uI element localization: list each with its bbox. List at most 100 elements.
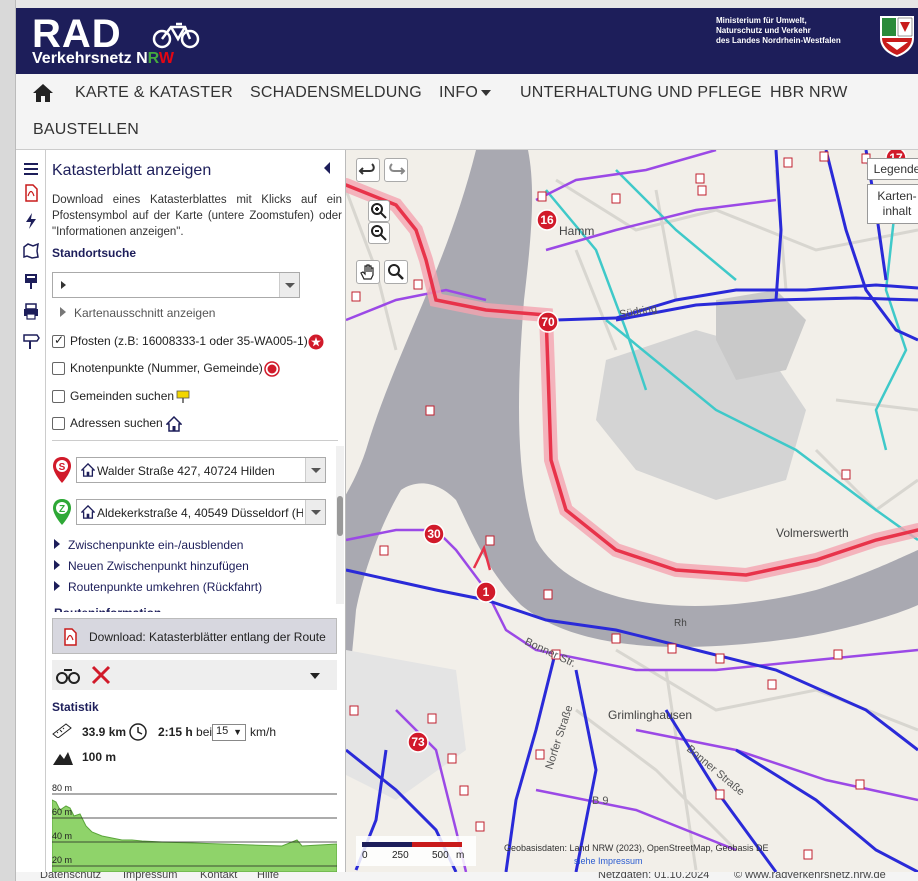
legend-button[interactable]: Legende bbox=[867, 158, 918, 180]
pdf-icon[interactable] bbox=[22, 184, 40, 202]
start-address-value: Walder Straße 427, 40724 Hilden bbox=[97, 464, 275, 478]
ministry-line-2: Naturschutz und Verkehr bbox=[716, 26, 811, 35]
speed-unit: km/h bbox=[250, 725, 277, 739]
home-icon[interactable] bbox=[32, 82, 54, 104]
delete-route-icon[interactable] bbox=[90, 664, 112, 686]
elevation-icon bbox=[53, 752, 73, 765]
distance-text: 33.9 km bbox=[82, 725, 127, 739]
nav-hbr-nrw[interactable]: HBR NRW bbox=[770, 84, 848, 102]
footer-impressum-link[interactable]: Impressum bbox=[123, 872, 177, 881]
ministry-line-1: Ministerium für Umwelt, bbox=[716, 16, 807, 25]
search-map-button[interactable] bbox=[384, 260, 408, 284]
chevron-down-icon[interactable] bbox=[310, 673, 320, 679]
nav-unterhaltung[interactable]: UNTERHALTUNG UND PFLEGE bbox=[520, 84, 762, 102]
nav-baustellen[interactable]: BAUSTELLEN bbox=[33, 121, 139, 139]
nrw-crest-icon bbox=[880, 16, 914, 57]
panel-divider bbox=[52, 440, 338, 441]
download-kataster-button[interactable]: Download: Katasterblätter entlang der Ro… bbox=[52, 618, 337, 654]
road-label-bonner-str: Bonner Str. bbox=[523, 636, 578, 670]
print-icon[interactable] bbox=[22, 302, 40, 320]
zoom-in-button[interactable] bbox=[368, 200, 390, 222]
scale-label-250: 250 bbox=[392, 850, 409, 861]
panel-scrollbar-thumb[interactable] bbox=[337, 496, 343, 536]
speed-select[interactable]: 15 ▼ bbox=[212, 724, 246, 741]
toggle-waypoints-link[interactable]: Zwischenpunkte ein-/ausblenden bbox=[54, 538, 243, 552]
chevron-down-icon[interactable] bbox=[305, 458, 325, 482]
logo-nrw-n: N bbox=[136, 50, 148, 67]
checkbox-gemeinden-label: Gemeinden suchen bbox=[70, 389, 175, 403]
chevron-down-icon[interactable] bbox=[279, 273, 299, 297]
speed-value: 15 bbox=[216, 725, 229, 737]
footer-datenschutz-link[interactable]: Datenschutz bbox=[40, 872, 101, 881]
site-header: RAD Verkehrsnetz NRW Ministerium für Umw… bbox=[16, 8, 918, 74]
lightning-icon[interactable] bbox=[22, 212, 40, 230]
nav-info[interactable]: INFO bbox=[439, 84, 492, 102]
chevron-down-icon[interactable] bbox=[305, 500, 325, 524]
house-icon bbox=[81, 505, 95, 519]
footer-kontakt-link[interactable]: Kontakt bbox=[200, 872, 237, 881]
checkbox-pfosten-label: Pfosten (z.B: 16008333-1 oder 35-WA005-1… bbox=[70, 334, 308, 348]
place-label-grimlinghausen: Grimlinghausen bbox=[608, 708, 693, 722]
nav-info-label: INFO bbox=[439, 84, 479, 101]
reverse-route-link[interactable]: Routenpunkte umkehren (Rückfahrt) bbox=[54, 580, 262, 594]
park-area bbox=[336, 650, 466, 800]
signpost-icon[interactable] bbox=[22, 332, 40, 350]
end-marker-letter: Z bbox=[59, 504, 65, 515]
menu-icon[interactable] bbox=[22, 160, 40, 178]
nav-karte-kataster[interactable]: KARTE & KATASTER bbox=[75, 84, 233, 102]
road-label-b9: B 9 bbox=[592, 795, 609, 807]
map-content-button[interactable]: Karten- inhalt bbox=[867, 184, 918, 224]
location-search-select[interactable] bbox=[52, 272, 300, 298]
zoom-in-icon bbox=[371, 203, 387, 219]
caret-right-icon bbox=[60, 307, 66, 317]
checkbox-knotenpunkte[interactable] bbox=[52, 362, 65, 375]
map-content-label-2: inhalt bbox=[882, 204, 912, 218]
pan-button[interactable] bbox=[356, 260, 380, 284]
checkbox-pfosten[interactable] bbox=[52, 333, 65, 348]
profile-tick-60: 60 m bbox=[52, 807, 72, 817]
nav-schadensmeldung[interactable]: SCHADENSMELDUNG bbox=[250, 84, 422, 102]
checkbox-knotenpunkte-label: Knotenpunkte (Nummer, Gemeinde) bbox=[70, 361, 263, 375]
logo-subtitle: Verkehrsnetz NRW bbox=[32, 50, 174, 68]
node-label: 30 bbox=[427, 527, 441, 541]
poi-sign-icon[interactable] bbox=[22, 272, 40, 290]
download-kataster-label: Download: Katasterblätter entlang der Ro… bbox=[89, 630, 326, 644]
logo-nrw-w: W bbox=[158, 50, 174, 67]
redo-button[interactable] bbox=[384, 158, 408, 182]
pfosten-star-icon bbox=[308, 334, 324, 350]
elevation-value: 100 m bbox=[82, 750, 116, 764]
profile-tick-20: 20 m bbox=[52, 855, 72, 865]
node-label: 16 bbox=[540, 213, 554, 227]
main-navigation: KARTE & KATASTER SCHADENSMELDUNG INFO UN… bbox=[16, 74, 918, 150]
statistik-label: Statistik bbox=[52, 700, 99, 714]
node-label: 1 bbox=[483, 585, 490, 599]
binoculars-icon[interactable] bbox=[56, 666, 80, 684]
panel-description: Download eines Katasterblattes mit Klick… bbox=[52, 194, 342, 238]
undo-button[interactable] bbox=[356, 158, 380, 182]
window-top-strip bbox=[0, 0, 918, 8]
end-address-select[interactable]: Aldekerkstraße 4, 40549 Düsseldorf (H bbox=[76, 499, 326, 525]
footer-hilfe-link[interactable]: Hilfe bbox=[257, 872, 279, 881]
pdf-icon bbox=[64, 628, 77, 646]
add-waypoint-link[interactable]: Neuen Zwischenpunkt hinzufügen bbox=[54, 559, 249, 573]
scale-label-unit: m bbox=[456, 850, 465, 861]
node-circle-icon bbox=[264, 361, 280, 377]
zoom-out-icon bbox=[371, 225, 387, 241]
duration-text: 2:15 h bbox=[158, 725, 193, 739]
footer-copyright[interactable]: © www.radverkehrsnetz.nrw.de bbox=[734, 872, 886, 881]
panel-title: Katasterblatt anzeigen bbox=[52, 162, 212, 179]
start-address-select[interactable]: Walder Straße 427, 40724 Hilden bbox=[76, 457, 326, 483]
zoom-out-button[interactable] bbox=[368, 222, 390, 244]
collapse-panel-icon[interactable] bbox=[324, 162, 330, 174]
checkbox-gemeinden[interactable] bbox=[52, 390, 65, 403]
profile-tick-80: 80 m bbox=[52, 783, 72, 793]
tool-strip bbox=[16, 150, 46, 872]
toggle-waypoints-label: Zwischenpunkte ein-/ausblenden bbox=[68, 538, 244, 552]
window-left-strip bbox=[0, 0, 16, 881]
impressum-link[interactable]: siehe Impressum bbox=[574, 856, 643, 866]
checkbox-adressen[interactable] bbox=[52, 417, 65, 430]
region-map-icon[interactable] bbox=[22, 242, 40, 260]
end-address-value: Aldekerkstraße 4, 40549 Düsseldorf (H bbox=[97, 506, 303, 520]
ministry-line-3: des Landes Nordrhein-Westfalen bbox=[716, 36, 841, 45]
kartenausschnitt-link[interactable]: Kartenausschnitt anzeigen bbox=[60, 306, 215, 320]
